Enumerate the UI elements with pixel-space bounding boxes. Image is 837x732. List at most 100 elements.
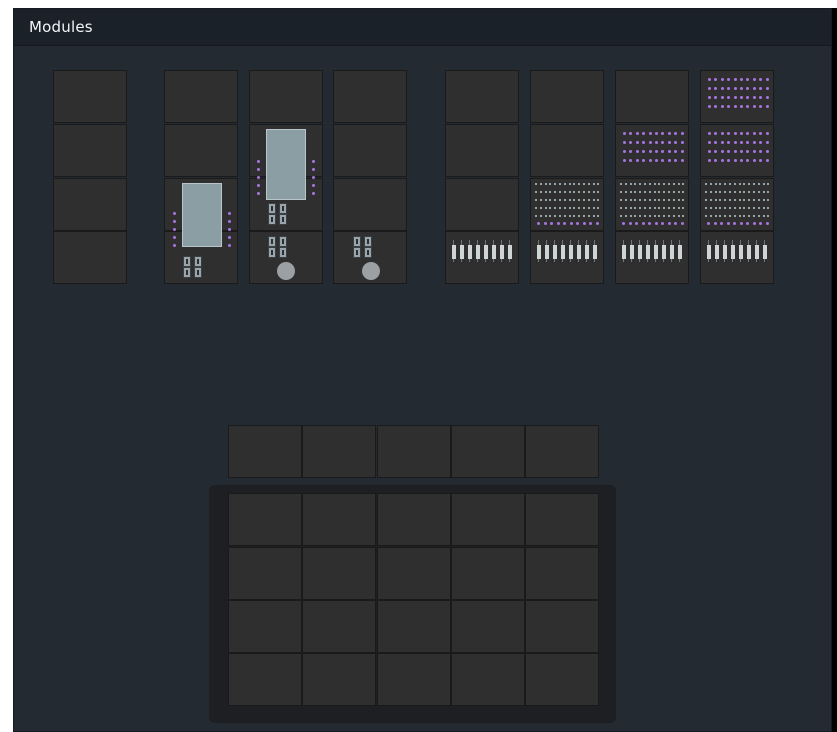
grid-cell[interactable] — [228, 547, 302, 600]
fader-icon[interactable] — [707, 245, 711, 259]
palette-slot[interactable] — [302, 425, 376, 478]
grid-cell[interactable] — [525, 493, 599, 546]
module-slot[interactable] — [333, 124, 407, 177]
fader-icon[interactable] — [630, 245, 634, 259]
fader-icon[interactable] — [763, 245, 767, 259]
pad-button-dot — [635, 132, 639, 135]
module-slot[interactable] — [530, 178, 604, 231]
grid-cell[interactable] — [451, 493, 525, 546]
module-slot[interactable] — [445, 178, 519, 231]
grid-cell[interactable] — [228, 653, 302, 706]
palette-slot[interactable] — [525, 425, 599, 478]
fader-icon[interactable] — [545, 245, 549, 259]
module-slot[interactable] — [53, 124, 127, 177]
module-slot[interactable] — [53, 70, 127, 123]
grid-cell[interactable] — [302, 600, 376, 653]
palette-slot[interactable] — [377, 425, 451, 478]
fader-icon[interactable] — [553, 245, 557, 259]
grid-cell[interactable] — [377, 600, 451, 653]
grid-cell[interactable] — [451, 653, 525, 706]
button-grid-dot — [724, 191, 727, 193]
fader-icon[interactable] — [508, 245, 512, 259]
fader-icon[interactable] — [662, 245, 666, 259]
button-grid-dot — [624, 191, 627, 193]
fader-icon[interactable] — [452, 245, 456, 259]
module-slot[interactable] — [530, 70, 604, 123]
pad-button-dot — [740, 78, 743, 81]
grid-cell[interactable] — [228, 493, 302, 546]
fader-icon[interactable] — [622, 245, 626, 259]
fader-icon[interactable] — [561, 245, 565, 259]
fader-icon[interactable] — [678, 245, 682, 259]
fader-icon[interactable] — [747, 245, 751, 259]
knob-icon — [279, 236, 287, 247]
grid-cell[interactable] — [451, 600, 525, 653]
fader-icon[interactable] — [460, 245, 464, 259]
grid-cell[interactable] — [302, 653, 376, 706]
module-slot[interactable] — [700, 70, 774, 123]
fader-icon[interactable] — [731, 245, 735, 259]
fader-icon[interactable] — [593, 245, 597, 259]
grid-cell[interactable] — [302, 493, 376, 546]
grid-cell[interactable] — [228, 600, 302, 653]
indicator-dot — [173, 236, 176, 239]
fader-icon[interactable] — [755, 245, 759, 259]
fader-icon[interactable] — [646, 245, 650, 259]
module-slot[interactable] — [700, 124, 774, 177]
button-grid-dot — [767, 183, 770, 185]
fader-icon[interactable] — [715, 245, 719, 259]
pad-button-dot — [623, 159, 626, 162]
fader-icon[interactable] — [492, 245, 496, 259]
indicator-dot — [173, 212, 176, 215]
fader-icon[interactable] — [484, 245, 488, 259]
jog-wheel-icon[interactable] — [362, 262, 380, 280]
fader-icon[interactable] — [476, 245, 480, 259]
module-slot[interactable] — [530, 124, 604, 177]
grid-cell[interactable] — [377, 653, 451, 706]
grid-cell[interactable] — [525, 547, 599, 600]
button-grid-dot — [563, 207, 566, 209]
module-slot[interactable] — [615, 178, 689, 231]
jog-wheel-icon[interactable] — [277, 262, 295, 280]
button-grid-dot — [748, 191, 751, 193]
module-slot[interactable] — [615, 70, 689, 123]
pad-button-dot — [720, 132, 724, 135]
grid-cell[interactable] — [451, 547, 525, 600]
fader-icon[interactable] — [654, 245, 658, 259]
fader-icon[interactable] — [569, 245, 573, 259]
module-slot[interactable] — [333, 178, 407, 231]
fader-icon[interactable] — [500, 245, 504, 259]
module-slot[interactable] — [53, 178, 127, 231]
fader-icon[interactable] — [537, 245, 541, 259]
module-slot[interactable] — [164, 70, 238, 123]
palette-slot[interactable] — [451, 425, 525, 478]
module-slot[interactable] — [164, 124, 238, 177]
module-slot[interactable] — [53, 231, 127, 284]
grid-cell[interactable] — [525, 600, 599, 653]
module-slot[interactable] — [249, 70, 323, 123]
fader-icon[interactable] — [585, 245, 589, 259]
button-grid-dot — [748, 183, 751, 185]
fader-icon[interactable] — [670, 245, 674, 259]
button-grid-dot — [620, 215, 622, 217]
knob-icon — [194, 267, 202, 278]
fader-icon[interactable] — [723, 245, 727, 259]
button-grid-dot — [672, 215, 675, 217]
fader-icon[interactable] — [577, 245, 581, 259]
fader-icon[interactable] — [468, 245, 472, 259]
palette-slot[interactable] — [228, 425, 302, 478]
grid-cell[interactable] — [377, 493, 451, 546]
module-slot[interactable] — [700, 178, 774, 231]
module-slot[interactable] — [615, 124, 689, 177]
fader-icon[interactable] — [739, 245, 743, 259]
module-slot[interactable] — [445, 70, 519, 123]
module-slot[interactable] — [445, 124, 519, 177]
button-grid-dot — [753, 215, 755, 217]
button-grid-dot — [714, 207, 717, 209]
button-grid-dot — [639, 199, 642, 201]
fader-icon[interactable] — [638, 245, 642, 259]
module-slot[interactable] — [333, 70, 407, 123]
grid-cell[interactable] — [377, 547, 451, 600]
grid-cell[interactable] — [525, 653, 599, 706]
grid-cell[interactable] — [302, 547, 376, 600]
